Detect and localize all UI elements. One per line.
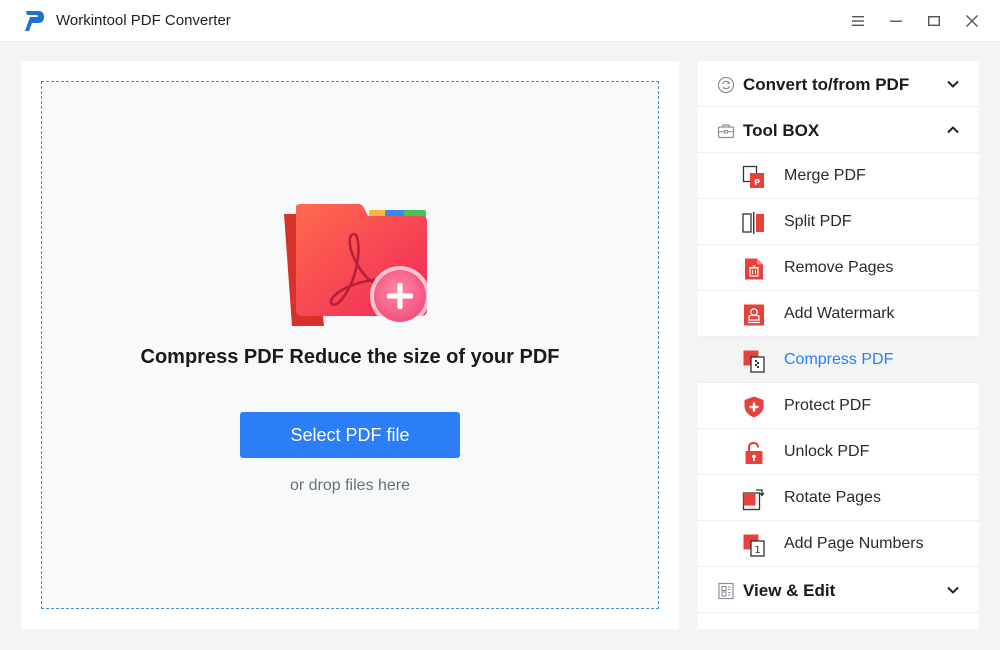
protect-pdf-icon [744, 396, 764, 418]
sidebar-item-label: Rotate Pages [784, 489, 881, 506]
add-watermark-icon [744, 304, 764, 326]
sidebar-item-label: Compress PDF [784, 351, 894, 368]
view-edit-icon [718, 582, 734, 600]
sidebar-item-split-pdf[interactable]: Split PDF [698, 199, 979, 245]
merge-pdf-icon: P [742, 165, 764, 188]
convert-icon [717, 76, 735, 94]
sidebar-item-add-page-numbers[interactable]: 1 Add Page Numbers [698, 521, 979, 567]
drop-files-hint: or drop files here [289, 477, 411, 494]
chevron-down-icon [947, 586, 959, 594]
remove-pages-icon [745, 258, 763, 280]
compress-pdf-icon [743, 350, 765, 373]
svg-text:P: P [754, 178, 760, 187]
sidebar-item-label: Add Watermark [784, 305, 895, 322]
section-view-edit[interactable]: View & Edit [698, 567, 979, 613]
sidebar-item-label: Add Page Numbers [784, 535, 924, 552]
sidebar-item-merge-pdf[interactable]: P Merge PDF [698, 153, 979, 199]
split-pdf-icon [742, 212, 764, 234]
chevron-up-icon [947, 126, 959, 134]
minimize-button[interactable] [886, 11, 906, 31]
main-panel: Compress PDF Reduce the size of your PDF… [21, 61, 679, 629]
file-drop-zone[interactable]: Compress PDF Reduce the size of your PDF… [41, 81, 659, 609]
add-page-numbers-icon: 1 [743, 534, 765, 557]
sidebar-item-add-watermark[interactable]: Add Watermark [698, 291, 979, 337]
section-convert[interactable]: Convert to/from PDF [698, 61, 979, 107]
minimize-icon [890, 20, 902, 22]
app-title: Workintool PDF Converter [56, 12, 231, 29]
select-pdf-file-button[interactable]: Select PDF file [240, 412, 460, 458]
hamburger-icon [852, 16, 864, 26]
sidebar-item-label: Unlock PDF [784, 443, 870, 460]
title-bar: Workintool PDF Converter [0, 0, 1000, 42]
sidebar-item-label: Split PDF [784, 213, 852, 230]
unlock-pdf-icon [745, 441, 763, 464]
pdf-folder-icon [270, 202, 435, 327]
toolbox-icon [717, 124, 735, 139]
close-icon [966, 15, 978, 27]
svg-text:1: 1 [754, 545, 760, 556]
sidebar-item-unlock-pdf[interactable]: Unlock PDF [698, 429, 979, 475]
section-toolbox[interactable]: Tool BOX [698, 107, 979, 153]
section-label: View & Edit [743, 581, 836, 600]
close-button[interactable] [962, 11, 982, 31]
page-headline: Compress PDF Reduce the size of your PDF [140, 346, 560, 368]
app-logo-icon [21, 8, 47, 34]
sidebar-item-label: Protect PDF [784, 397, 872, 414]
sidebar-item-compress-pdf[interactable]: Compress PDF [698, 337, 979, 383]
section-label: Tool BOX [743, 121, 820, 140]
maximize-button[interactable] [924, 11, 944, 31]
chevron-down-icon [947, 80, 959, 88]
section-label: Convert to/from PDF [743, 75, 910, 94]
sidebar-item-label: Merge PDF [784, 167, 866, 184]
rotate-pages-icon [742, 489, 765, 511]
menu-button[interactable] [848, 11, 868, 31]
sidebar-item-protect-pdf[interactable]: Protect PDF [698, 383, 979, 429]
sidebar-item-label: Remove Pages [784, 259, 894, 276]
sidebar-item-remove-pages[interactable]: Remove Pages [698, 245, 979, 291]
sidebar-item-rotate-pages[interactable]: Rotate Pages [698, 475, 979, 521]
sidebar: Convert to/from PDF Tool BOX P Merge PDF… [698, 61, 979, 629]
maximize-icon [928, 16, 941, 27]
